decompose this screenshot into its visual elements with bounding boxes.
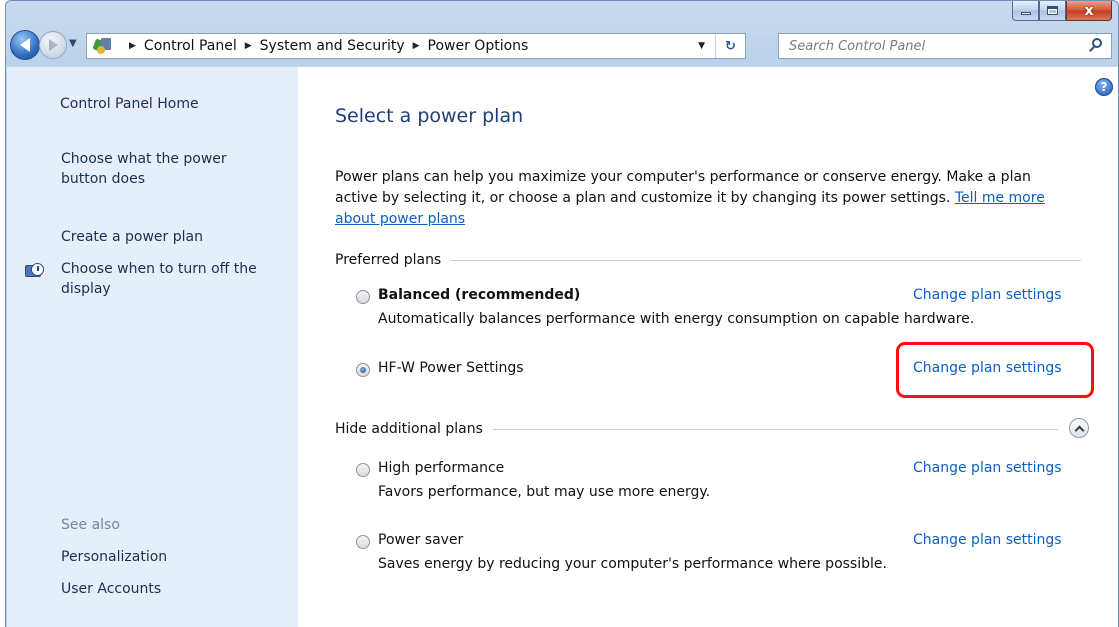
page-title: Select a power plan [335,105,524,127]
breadcrumb-system-and-security[interactable]: System and Security [260,38,405,54]
sidebar-link-control-panel-home[interactable]: Control Panel Home [60,94,199,114]
help-icon[interactable]: ? [1095,78,1113,96]
forward-arrow-icon [48,39,58,51]
main-content: ? Select a power plan Power plans can he… [298,66,1118,627]
task-pane: Control Panel Home Choose what the power… [7,66,298,627]
navigation-bar: ▼ ▶ Control Panel ▶ System and Security … [6,28,1118,64]
explorer-window: x ▼ ▶ Control Panel ▶ System and Securit… [5,0,1119,627]
group-divider [451,259,1082,261]
back-button[interactable] [10,30,40,60]
maximize-button[interactable] [1039,1,1066,21]
hide-additional-plans-toggle[interactable]: Hide additional plans [335,421,483,437]
plan-description-balanced: Automatically balances performance with … [378,311,975,327]
breadcrumb-power-options[interactable]: Power Options [428,38,529,54]
refresh-icon: ↻ [725,38,736,54]
preferred-plans-label: Preferred plans [335,252,442,268]
display-timer-icon [25,263,45,281]
close-icon: x [1084,2,1094,19]
plan-name-hf-w[interactable]: HF-W Power Settings [378,360,524,376]
see-also-heading: See also [61,517,120,533]
chevron-up-icon [1074,425,1084,435]
additional-plans-heading: Hide additional plans [335,421,1058,437]
change-plan-settings-power-saver[interactable]: Change plan settings [913,532,1062,548]
search-icon[interactable] [1087,37,1105,55]
sidebar-link-power-button[interactable]: Choose what the power button does [61,149,271,189]
breadcrumb-separator-icon[interactable]: ▶ [413,41,420,51]
sidebar-link-user-accounts[interactable]: User Accounts [61,579,161,599]
plan-name-power-saver[interactable]: Power saver [378,532,463,548]
address-bar[interactable]: ▶ Control Panel ▶ System and Security ▶ … [86,33,746,59]
forward-button[interactable] [39,31,67,59]
address-dropdown-icon[interactable]: ▼ [698,41,705,51]
sidebar-link-personalization[interactable]: Personalization [61,547,167,567]
tell-me-more-link[interactable]: Tell me more [955,190,1045,206]
maximize-icon [1047,6,1058,15]
plan-description-power-saver: Saves energy by reducing your computer's… [378,556,887,572]
plan-name-high-performance[interactable]: High performance [378,460,504,476]
radio-hf-w[interactable] [356,363,370,377]
breadcrumb-separator-icon[interactable]: ▶ [129,41,136,51]
minimize-button[interactable] [1012,1,1039,21]
about-power-plans-link[interactable]: about power plans [335,211,465,227]
breadcrumb-control-panel[interactable]: Control Panel [144,38,237,54]
sidebar-link-create-power-plan[interactable]: Create a power plan [61,227,203,247]
sidebar-link-turn-off-display[interactable]: Choose when to turn off the display [61,259,281,299]
back-arrow-icon [20,38,30,52]
refresh-button[interactable]: ↻ [715,34,745,58]
control-panel-icon [92,37,113,55]
caption-buttons: x [1012,1,1112,21]
intro-line-1: Power plans can help you maximize your c… [335,169,1031,185]
plan-name-balanced[interactable]: Balanced (recommended) [378,287,580,303]
intro-text: Power plans can help you maximize your c… [335,167,1095,230]
search-input[interactable] [789,38,1069,54]
group-divider [492,428,1058,430]
breadcrumb-separator-icon[interactable]: ▶ [245,41,252,51]
change-plan-settings-high-performance[interactable]: Change plan settings [913,460,1062,476]
radio-power-saver[interactable] [356,535,370,549]
radio-high-performance[interactable] [356,463,370,477]
search-box[interactable] [778,33,1112,59]
radio-balanced[interactable] [356,290,370,304]
change-plan-settings-balanced[interactable]: Change plan settings [913,287,1062,303]
preferred-plans-heading: Preferred plans [335,252,1082,268]
highlight-annotation [896,342,1094,398]
plan-description-high-performance: Favors performance, but may use more ene… [378,484,711,500]
close-button[interactable]: x [1066,1,1112,21]
recent-pages-dropdown[interactable]: ▼ [69,38,77,49]
intro-line-3: about power plans [335,209,1095,230]
intro-line-2: active by selecting it, or choose a plan… [335,188,1095,209]
collapse-button[interactable] [1069,418,1089,438]
minimize-icon [1020,12,1031,15]
intro-line-2-text: active by selecting it, or choose a plan… [335,190,951,206]
